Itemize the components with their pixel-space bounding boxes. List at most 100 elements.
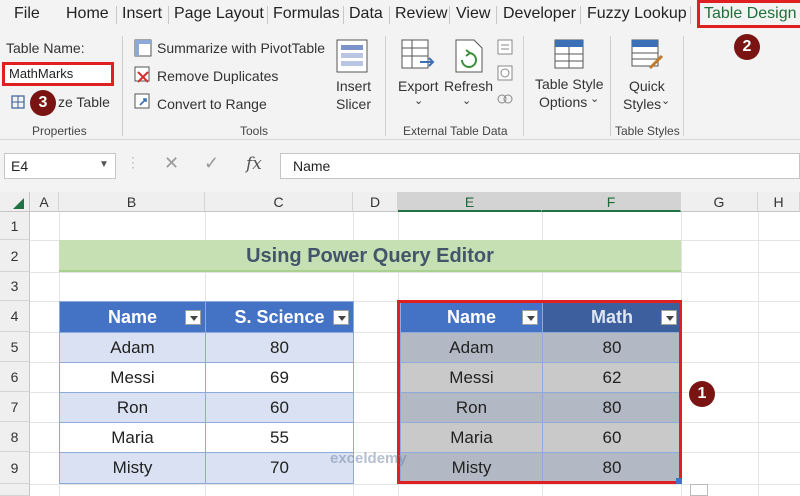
- table-cell[interactable]: 69: [205, 362, 354, 393]
- tab-developer[interactable]: Developer: [503, 0, 576, 30]
- tab-page-layout[interactable]: Page Layout: [174, 0, 264, 30]
- tab-data[interactable]: Data: [349, 0, 383, 30]
- tab-formulas[interactable]: Formulas: [273, 0, 340, 30]
- row-header-5[interactable]: 5: [0, 332, 30, 362]
- table-row: Adam 80: [59, 332, 354, 363]
- filter-dropdown-icon[interactable]: [185, 310, 201, 325]
- quick-styles-label-2[interactable]: Styles: [623, 96, 661, 112]
- table-cell[interactable]: Ron: [59, 392, 206, 423]
- gridline: [758, 212, 759, 496]
- select-all-corner[interactable]: [0, 192, 30, 212]
- column-header-g[interactable]: G: [681, 192, 758, 212]
- quick-styles-label-1[interactable]: Quick: [629, 78, 665, 94]
- refresh-icon[interactable]: [452, 38, 486, 79]
- table-cell[interactable]: Adam: [59, 332, 206, 363]
- resize-table-icon[interactable]: [10, 94, 26, 115]
- export-button[interactable]: Export: [398, 78, 438, 94]
- resize-table-button[interactable]: ze Table: [58, 94, 110, 110]
- column-header-a[interactable]: A: [30, 192, 59, 212]
- convert-to-range-button[interactable]: Convert to Range: [157, 96, 267, 112]
- remove-duplicates-icon: [134, 66, 152, 89]
- tab-view[interactable]: View: [456, 0, 490, 30]
- row-header-2[interactable]: 2: [0, 240, 30, 272]
- tab-review[interactable]: Review: [395, 0, 447, 30]
- insert-slicer-label-2[interactable]: Slicer: [336, 96, 371, 112]
- menu-separator: [343, 6, 344, 24]
- menu-separator: [116, 6, 117, 24]
- column-header-b[interactable]: B: [59, 192, 205, 212]
- tab-file[interactable]: File: [14, 0, 40, 30]
- sheet-title-cell[interactable]: Using Power Query Editor: [59, 240, 681, 272]
- row-header-4[interactable]: 4: [0, 301, 30, 332]
- row-header-10[interactable]: [0, 484, 30, 496]
- formula-bar: E4 ▼ ⋮ ✕ ✓ fx Name: [0, 140, 800, 192]
- filter-dropdown-icon[interactable]: [333, 310, 349, 325]
- column-header-e[interactable]: E: [398, 192, 542, 212]
- table-styles-group-label: Table Styles: [615, 124, 680, 138]
- refresh-button[interactable]: Refresh: [444, 78, 493, 94]
- formula-bar-grip-icon: ⋮: [126, 154, 140, 170]
- tab-fuzzy-lookup[interactable]: Fuzzy Lookup: [587, 0, 687, 30]
- table-cell[interactable]: Messi: [59, 362, 206, 393]
- ribbon-separator: [385, 36, 386, 136]
- insert-function-icon[interactable]: fx: [246, 154, 262, 174]
- insert-slicer-label-1[interactable]: Insert: [336, 78, 371, 94]
- unlink-icon[interactable]: [496, 90, 514, 113]
- table-cell[interactable]: Misty: [59, 452, 206, 484]
- tab-insert[interactable]: Insert: [122, 0, 162, 30]
- menu-separator: [389, 6, 390, 24]
- tab-table-design[interactable]: Table Design: [697, 0, 800, 28]
- properties-small-icon[interactable]: [496, 38, 514, 61]
- table-resize-handle[interactable]: [676, 478, 682, 484]
- menu-separator: [168, 6, 169, 24]
- row-header-7[interactable]: 7: [0, 392, 30, 422]
- column-header-d[interactable]: D: [353, 192, 398, 212]
- row-header-3[interactable]: 3: [0, 272, 30, 301]
- remove-duplicates-button[interactable]: Remove Duplicates: [157, 68, 278, 84]
- slicer-icon[interactable]: [335, 38, 369, 79]
- table-row: Maria 55: [59, 422, 354, 453]
- pivot-table-icon: [134, 39, 152, 62]
- quick-analysis-icon[interactable]: [690, 484, 708, 496]
- refresh-chevron-icon[interactable]: ⌄: [462, 94, 471, 107]
- gridline: [30, 272, 800, 273]
- export-icon[interactable]: [400, 38, 436, 79]
- ribbon: Table Name: MathMarks ze Table 3 Propert…: [0, 30, 800, 140]
- name-box-dropdown-icon[interactable]: ▼: [99, 159, 109, 170]
- menu-separator: [496, 6, 497, 24]
- selection-highlight: [397, 300, 682, 484]
- style-options-chevron-icon[interactable]: ⌄: [590, 92, 599, 105]
- export-chevron-icon[interactable]: ⌄: [414, 94, 423, 107]
- step-badge-3: 3: [30, 90, 56, 116]
- cancel-icon[interactable]: ✕: [164, 153, 179, 174]
- table-header-cell[interactable]: S. Science: [205, 301, 354, 333]
- table-name-input[interactable]: MathMarks: [2, 62, 114, 86]
- tab-home[interactable]: Home: [66, 0, 109, 30]
- table-cell[interactable]: 80: [205, 332, 354, 363]
- table-header-cell[interactable]: Name: [59, 301, 206, 333]
- row-header-8[interactable]: 8: [0, 422, 30, 452]
- row-header-9[interactable]: 9: [0, 452, 30, 484]
- formula-input[interactable]: Name: [280, 153, 800, 179]
- table-row: Messi 69: [59, 362, 354, 393]
- menu-separator: [267, 6, 268, 24]
- gridline: [30, 484, 800, 485]
- column-header-f[interactable]: F: [542, 192, 681, 212]
- summarize-pivot-button[interactable]: Summarize with PivotTable: [157, 40, 325, 56]
- row-header-6[interactable]: 6: [0, 362, 30, 392]
- row-header-1[interactable]: 1: [0, 212, 30, 240]
- tools-group-label: Tools: [240, 124, 269, 138]
- enter-icon[interactable]: ✓: [204, 153, 219, 174]
- column-header-c[interactable]: C: [205, 192, 353, 212]
- quick-styles-chevron-icon[interactable]: ⌄: [661, 94, 670, 107]
- column-header-h[interactable]: H: [758, 192, 800, 212]
- table-cell[interactable]: 60: [205, 392, 354, 423]
- table-style-options-label-2[interactable]: Options: [539, 94, 587, 110]
- table-cell[interactable]: Maria: [59, 422, 206, 453]
- open-in-browser-icon[interactable]: [496, 64, 514, 87]
- table-style-options-label-1[interactable]: Table Style: [535, 76, 603, 92]
- spreadsheet-grid: A B C D E F G H 1 2 3 4 5 6 7 8 9 Using …: [0, 192, 800, 496]
- table-cell[interactable]: 55: [205, 422, 354, 453]
- table-style-options-icon[interactable]: [553, 38, 585, 75]
- quick-styles-icon[interactable]: [630, 38, 664, 77]
